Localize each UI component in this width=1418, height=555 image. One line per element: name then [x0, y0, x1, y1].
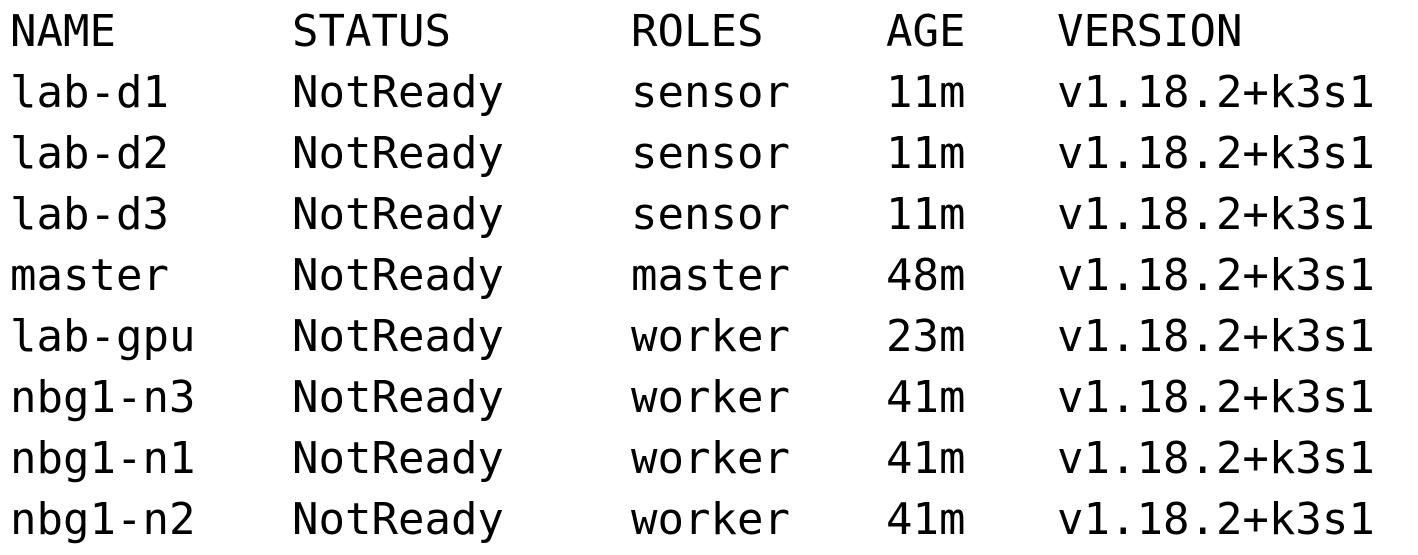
node-name: lab-d2 [10, 128, 169, 179]
node-status: NotReady [292, 189, 504, 240]
node-roles: worker [631, 433, 790, 484]
node-roles: sensor [631, 189, 790, 240]
node-name: lab-d3 [10, 189, 169, 240]
node-age: 41m [886, 494, 966, 545]
node-version: v1.18.2+k3s1 [1057, 189, 1375, 240]
column-header-status: STATUS [292, 6, 451, 57]
table-row: lab-d1 NotReady sensor 11m v1.18.2+k3s1 [0, 63, 1418, 123]
node-version: v1.18.2+k3s1 [1057, 494, 1375, 545]
table-header-row: NAME STATUS ROLES AGE VERSION [0, 2, 1418, 62]
column-header-age: AGE [886, 6, 966, 57]
table-row: lab-d3 NotReady sensor 11m v1.18.2+k3s1 [0, 185, 1418, 245]
node-age: 41m [886, 433, 966, 484]
node-status: NotReady [292, 250, 504, 301]
node-status: NotReady [292, 128, 504, 179]
node-roles: worker [631, 494, 790, 545]
node-age: 11m [886, 189, 966, 240]
column-header-name: NAME [10, 6, 116, 57]
table-row: nbg1-n1 NotReady worker 41m v1.18.2+k3s1 [0, 429, 1418, 489]
column-header-version: VERSION [1057, 6, 1243, 57]
node-version: v1.18.2+k3s1 [1057, 311, 1375, 362]
node-roles: sensor [631, 128, 790, 179]
table-row: nbg1-n3 NotReady worker 41m v1.18.2+k3s1 [0, 368, 1418, 428]
node-name: nbg1-n3 [10, 372, 196, 423]
node-roles: sensor [631, 67, 790, 118]
node-name: lab-d1 [10, 67, 169, 118]
node-name: nbg1-n2 [10, 494, 196, 545]
node-age: 23m [886, 311, 966, 362]
node-status: NotReady [292, 67, 504, 118]
column-header-roles: ROLES [631, 6, 764, 57]
node-version: v1.18.2+k3s1 [1057, 128, 1375, 179]
node-version: v1.18.2+k3s1 [1057, 67, 1375, 118]
terminal-output: NAME STATUS ROLES AGE VERSION lab-d1 Not… [0, 0, 1418, 555]
node-status: NotReady [292, 433, 504, 484]
node-age: 48m [886, 250, 966, 301]
table-row: master NotReady master 48m v1.18.2+k3s1 [0, 246, 1418, 306]
node-status: NotReady [292, 372, 504, 423]
node-age: 11m [886, 67, 966, 118]
table-row: lab-d2 NotReady sensor 11m v1.18.2+k3s1 [0, 124, 1418, 184]
node-age: 11m [886, 128, 966, 179]
node-version: v1.18.2+k3s1 [1057, 250, 1375, 301]
node-age: 41m [886, 372, 966, 423]
node-roles: worker [631, 372, 790, 423]
node-roles: master [631, 250, 790, 301]
node-version: v1.18.2+k3s1 [1057, 433, 1375, 484]
node-roles: worker [631, 311, 790, 362]
node-name: lab-gpu [10, 311, 196, 362]
node-version: v1.18.2+k3s1 [1057, 372, 1375, 423]
table-row: nbg1-n2 NotReady worker 41m v1.18.2+k3s1 [0, 490, 1418, 550]
table-row: lab-gpu NotReady worker 23m v1.18.2+k3s1 [0, 307, 1418, 367]
node-name: master [10, 250, 169, 301]
node-name: nbg1-n1 [10, 433, 196, 484]
node-status: NotReady [292, 311, 504, 362]
node-status: NotReady [292, 494, 504, 545]
